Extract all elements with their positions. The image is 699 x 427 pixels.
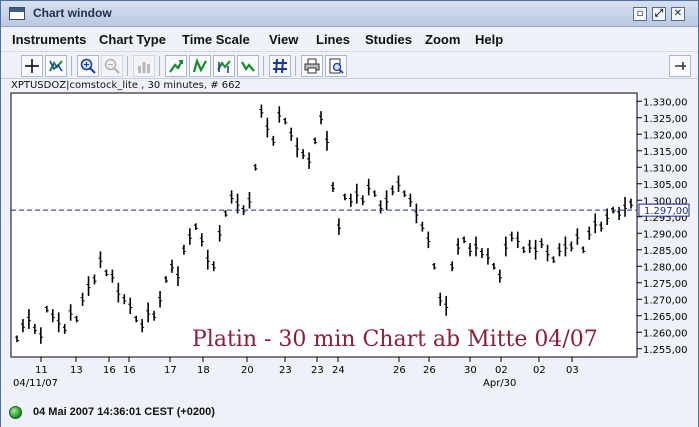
menu-lines[interactable]: Lines [316, 32, 350, 47]
price-chart[interactable]: 1.330,00 1.325,00 1.320,00 1.315,00 1.310,00… [9, 91, 697, 393]
menu-help[interactable]: Help [475, 32, 503, 47]
y-tick-label: 1.280,00 [643, 262, 688, 273]
crosshair-icon[interactable] [21, 55, 43, 77]
menu-chart-type[interactable]: Chart Type [99, 32, 166, 47]
chart-flip-icon[interactable] [237, 55, 259, 77]
chart-annotation: Platin - 30 min Chart ab Mitte 04/07 [192, 327, 598, 352]
menu-studies[interactable]: Studies [365, 32, 412, 47]
zoom-out-icon[interactable] [101, 55, 123, 77]
close-icon[interactable]: ✕ [671, 7, 685, 21]
x-tick-label: 26 [393, 365, 406, 376]
print-preview-icon[interactable] [325, 55, 347, 77]
y-tick-label: 1.330,00 [643, 97, 688, 108]
print-icon[interactable] [301, 55, 323, 77]
x-tick-label: 03 [566, 365, 579, 376]
toolbar-separator [159, 56, 160, 76]
restore-icon[interactable]: ▫ [633, 7, 647, 21]
toolbar-separator [295, 56, 296, 76]
x-tick-label: 13 [70, 365, 83, 376]
x-tick-label: 18 [197, 365, 210, 376]
toolbar-separator [127, 56, 128, 76]
x-tick-label: 23 [311, 365, 324, 376]
toolbar [1, 51, 698, 79]
menu-time-scale[interactable]: Time Scale [182, 32, 250, 47]
y-tick-label: 1.260,00 [643, 328, 688, 339]
y-tick-label: 1.285,00 [643, 246, 688, 257]
y-tick-label: 1.265,00 [643, 312, 688, 323]
y-tick-label: 1.270,00 [643, 295, 688, 306]
x-tick-label: 24 [332, 365, 345, 376]
y-tick-label: 1.255,00 [643, 345, 688, 356]
x-subtick-label: Apr/30 [483, 378, 516, 389]
chart-window: Chart window ▫ ⤢ ✕ Instruments Chart Typ… [0, 0, 699, 427]
toolbar-separator [71, 56, 72, 76]
x-tick-label: 26 [423, 365, 436, 376]
pin-icon[interactable] [669, 55, 691, 77]
y-tick-label: 1.315,00 [643, 147, 688, 158]
y-tick-label: 1.305,00 [643, 180, 688, 191]
current-price-label: 1.297,00 [644, 206, 689, 217]
maximize-icon[interactable]: ⤢ [652, 7, 666, 21]
instrument-label: XPTUSDOZ|comstock_lite , 30 minutes, # 6… [11, 80, 241, 91]
toolbar-separator [263, 56, 264, 76]
x-tick-label: 23 [279, 365, 292, 376]
menu-zoom[interactable]: Zoom [425, 32, 460, 47]
chart-split-icon[interactable] [213, 55, 235, 77]
y-tick-label: 1.320,00 [643, 130, 688, 141]
x-tick-label: 17 [164, 365, 177, 376]
chart-updown-icon[interactable] [189, 55, 211, 77]
hash-grid-icon[interactable] [269, 55, 291, 77]
y-tick-label: 1.275,00 [643, 279, 688, 290]
menu-view[interactable]: View [269, 32, 298, 47]
trend-tool-icon[interactable] [45, 55, 67, 77]
x-tick-label: 11 [35, 365, 48, 376]
menu-instruments[interactable]: Instruments [12, 32, 86, 47]
x-tick-label: 30 [464, 365, 477, 376]
status-bar: 04 Mai 2007 14:36:01 CEST (+0200) [1, 397, 698, 427]
window-title: Chart window [33, 6, 112, 20]
window-icon [9, 7, 25, 20]
x-tick-label: 02 [533, 365, 546, 376]
x-tick-label: 02 [495, 365, 508, 376]
y-tick-label: 1.290,00 [643, 229, 688, 240]
title-bar[interactable]: Chart window ▫ ⤢ ✕ [1, 1, 698, 27]
zoom-in-icon[interactable] [77, 55, 99, 77]
x-subtick-label: 04/11/07 [13, 378, 58, 389]
menu-bar: Instruments Chart Type Time Scale View L… [1, 27, 698, 51]
y-tick-label: 1.310,00 [643, 163, 688, 174]
bar-chart-icon[interactable] [133, 55, 155, 77]
connection-status-icon [9, 406, 22, 419]
x-tick-label: 16 [103, 365, 116, 376]
plot-frame [10, 92, 638, 358]
status-text: 04 Mai 2007 14:36:01 CEST (+0200) [33, 406, 215, 418]
chart-svg[interactable]: 1.330,00 1.325,00 1.320,00 1.315,00 1.310,00… [9, 91, 697, 393]
x-tick-label: 20 [241, 365, 254, 376]
chart-up-icon[interactable] [165, 55, 187, 77]
x-tick-label: 16 [123, 365, 136, 376]
y-tick-label: 1.325,00 [643, 114, 688, 125]
